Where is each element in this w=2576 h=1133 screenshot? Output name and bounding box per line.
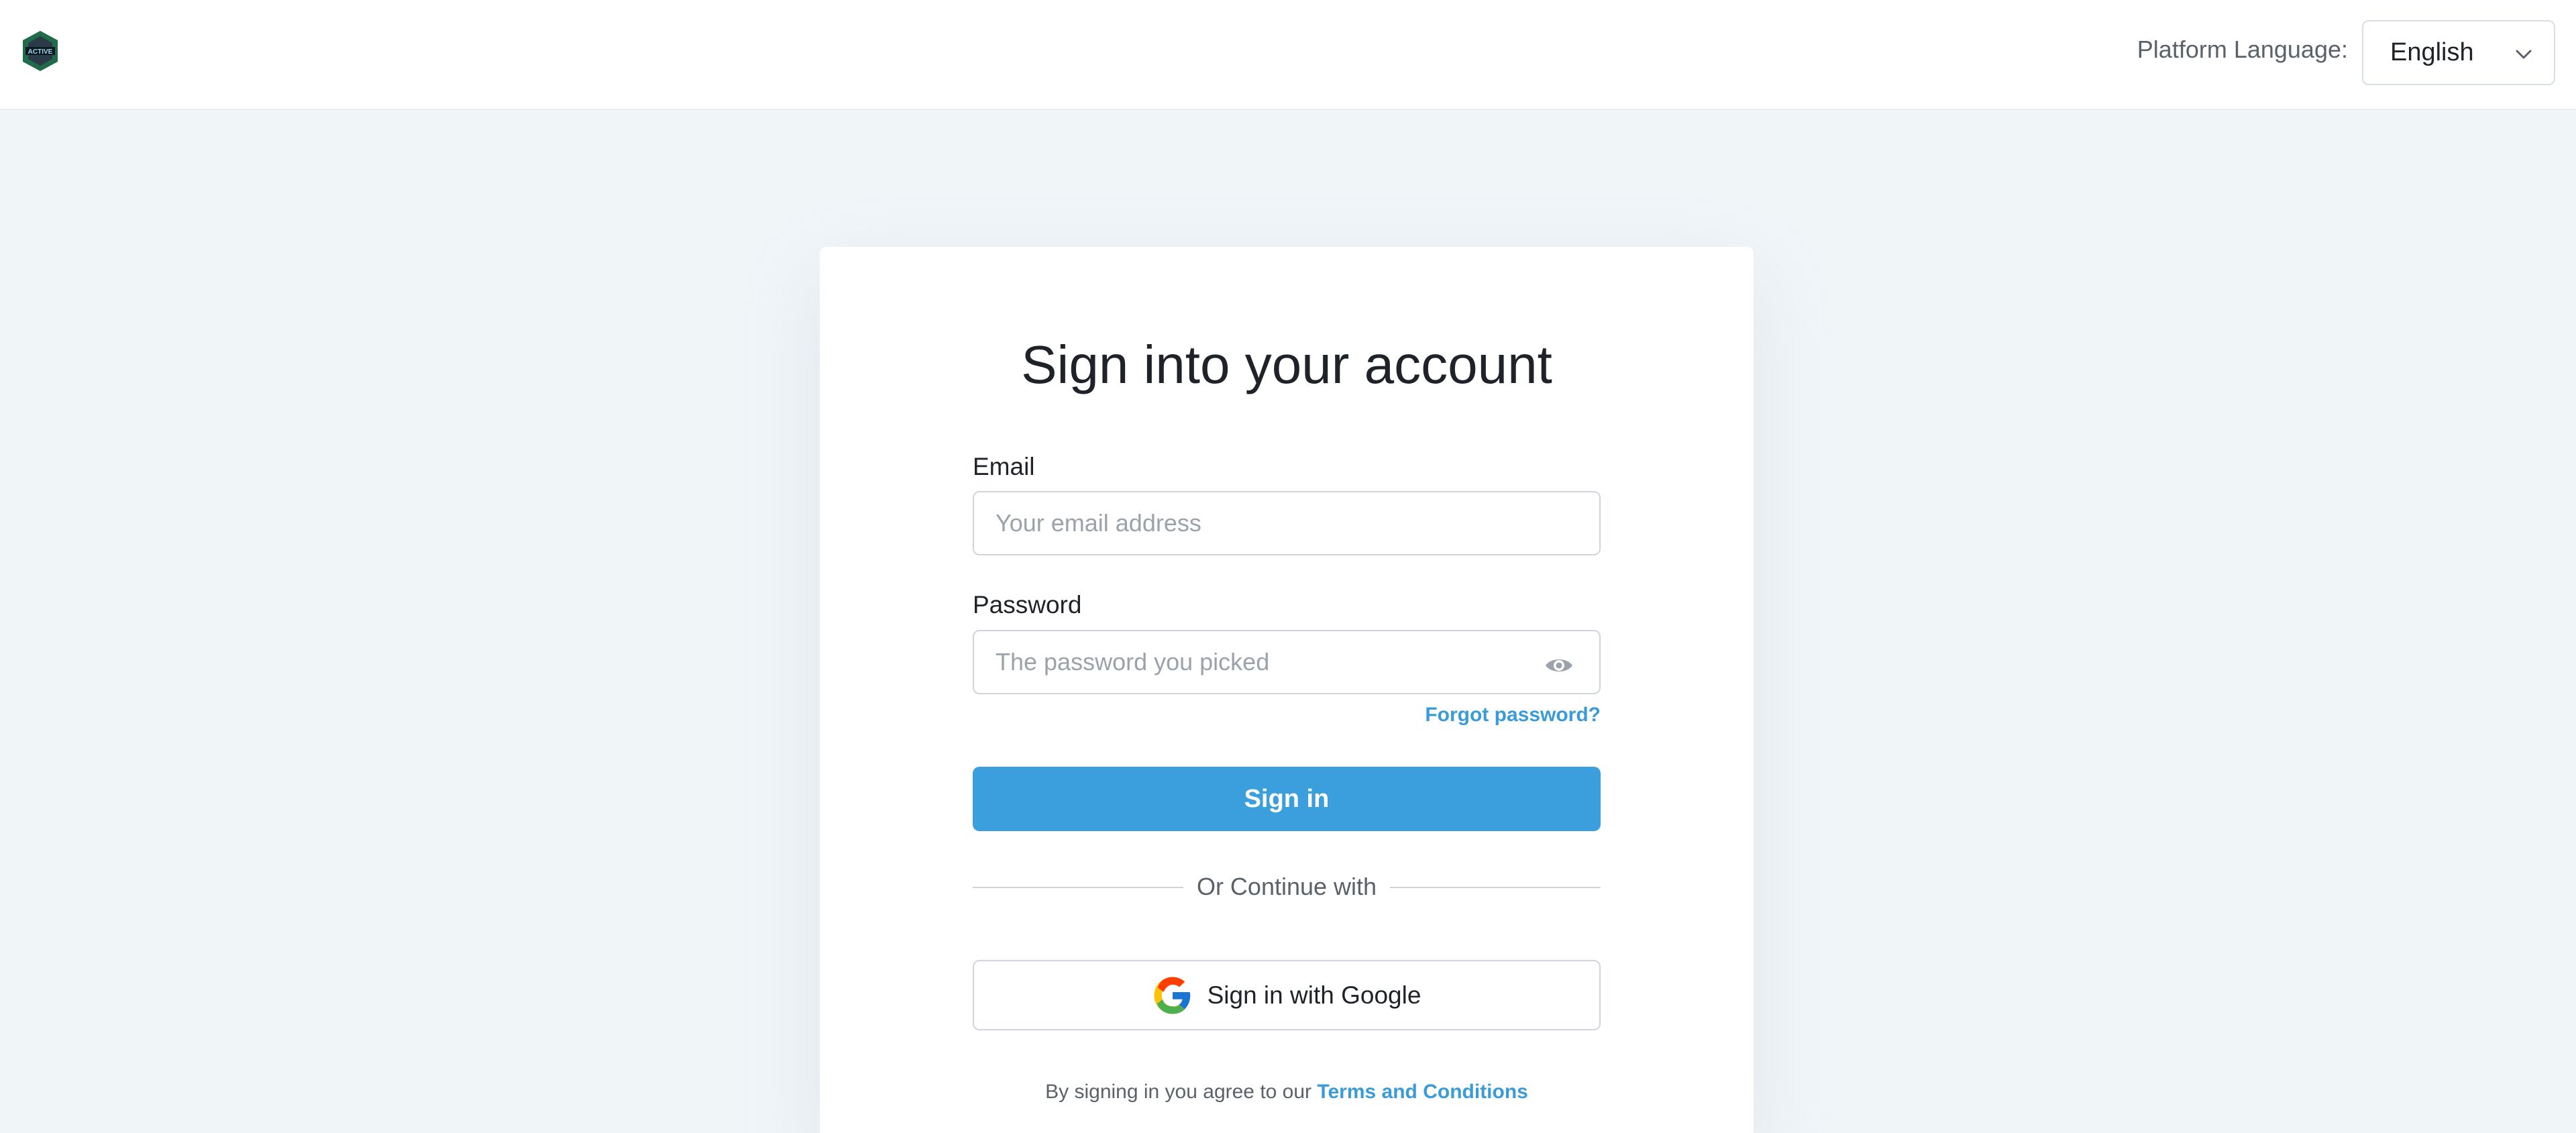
platform-language-label: Platform Language: [2137,36,2348,63]
google-sign-in-label: Sign in with Google [1207,981,1421,1009]
google-icon [1154,977,1190,1014]
chevron-down-icon [2516,50,2532,59]
forgot-password-link[interactable]: Forgot password? [1425,703,1601,727]
divider-line-right [1390,887,1601,888]
email-label: Email [973,453,1035,480]
page-title: Sign into your account [1021,335,1552,394]
top-bar: ACTIVE Platform Language: English [0,0,2576,110]
terms-notice: By signing in you agree to our Terms and… [820,1079,1754,1105]
email-field[interactable] [973,491,1601,555]
google-sign-in-button[interactable]: Sign in with Google [973,960,1601,1030]
password-field[interactable] [973,630,1601,694]
terms-and-conditions-link[interactable]: Terms and Conditions [1317,1081,1527,1103]
sign-in-button[interactable]: Sign in [973,767,1601,831]
language-select[interactable]: English [2362,20,2555,85]
svg-text:ACTIVE: ACTIVE [28,48,53,56]
eye-icon[interactable] [1543,649,1575,682]
brand-logo-icon[interactable]: ACTIVE [19,30,62,72]
or-continue-divider: Or Continue with [973,872,1601,902]
login-card: Sign into your account Email Password Fo… [820,247,1754,1133]
terms-prefix: By signing in you agree to our [1045,1081,1312,1103]
language-selected-value: English [2390,38,2474,66]
password-label: Password [973,591,1082,618]
